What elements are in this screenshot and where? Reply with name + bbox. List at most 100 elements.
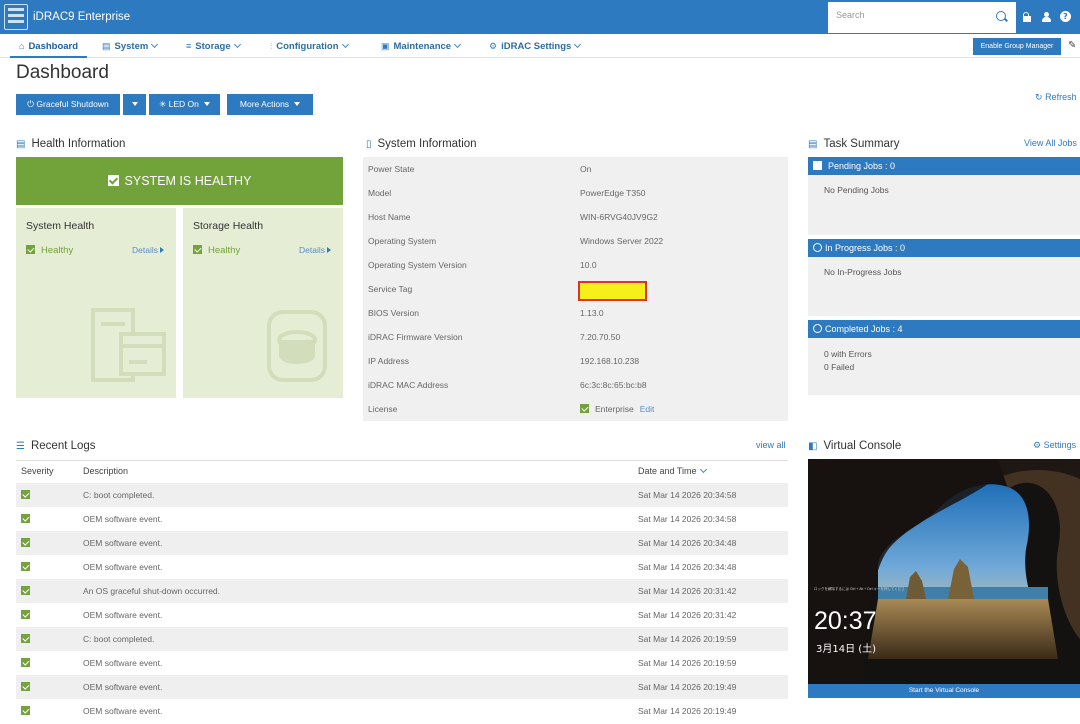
user-icon[interactable] bbox=[1041, 12, 1051, 22]
lock-icon[interactable] bbox=[1022, 12, 1032, 22]
severity-ok-icon bbox=[21, 706, 30, 715]
pin-icon[interactable]: ✎ bbox=[1068, 40, 1076, 51]
log-row[interactable]: C: boot completed. Sat Mar 14 2026 20:34… bbox=[16, 483, 788, 507]
nav-configuration[interactable]: ⫶ Configuration bbox=[270, 34, 349, 58]
configuration-icon: ⫶ bbox=[270, 41, 273, 51]
severity-ok-icon bbox=[21, 682, 30, 691]
nav-dashboard[interactable]: ⌂ Dashboard bbox=[10, 34, 88, 58]
severity-ok-icon bbox=[21, 538, 30, 547]
system-health-card: System Health Healthy Details bbox=[16, 208, 176, 398]
system-health-details-link[interactable]: Details bbox=[132, 245, 164, 255]
top-bar: iDRAC9 Enterprise ? bbox=[0, 0, 1080, 34]
nav-idrac-settings[interactable]: ⚙ iDRAC Settings bbox=[489, 34, 582, 58]
page-title: Dashboard bbox=[16, 62, 109, 83]
in-progress-jobs-header[interactable]: In Progress Jobs : 0 bbox=[808, 239, 1080, 257]
log-date: Sat Mar 14 2026 20:34:58 bbox=[638, 514, 737, 524]
description-column-header[interactable]: Description bbox=[83, 466, 128, 476]
check-icon bbox=[107, 175, 119, 186]
info-row-service-tag: Service Tag bbox=[363, 277, 788, 301]
info-value: WIN-6RVG40JV9G2 bbox=[580, 212, 658, 222]
check-circle-icon bbox=[813, 324, 822, 333]
info-row-os-version: Operating System Version 10.0 bbox=[363, 253, 788, 277]
info-label: License bbox=[368, 404, 398, 414]
log-row[interactable]: OEM software event. Sat Mar 14 2026 20:1… bbox=[16, 675, 788, 699]
maintenance-icon: ▣ bbox=[381, 41, 390, 51]
severity-ok-icon bbox=[21, 514, 30, 523]
view-all-logs-link[interactable]: view all bbox=[756, 440, 786, 450]
power-options-dropdown[interactable] bbox=[123, 94, 146, 115]
date-column-header[interactable]: Date and Time bbox=[638, 465, 707, 476]
log-date: Sat Mar 14 2026 20:19:49 bbox=[638, 706, 737, 716]
main-nav: ⌂ Dashboard ▤ System ≡ Storage ⫶ Configurati… bbox=[0, 34, 1080, 58]
system-healthy-banner: SYSTEM IS HEALTHY bbox=[16, 157, 343, 205]
search-box[interactable] bbox=[828, 2, 1016, 33]
health-information-heading: ▤ Health Information bbox=[16, 138, 125, 150]
more-actions-button[interactable]: More Actions bbox=[227, 94, 313, 115]
log-description: C: boot completed. bbox=[83, 490, 155, 500]
system-information-panel: Power State On Model PowerEdge T350 Host… bbox=[363, 157, 788, 421]
chevron-down-icon bbox=[341, 40, 349, 49]
health-icon: ▤ bbox=[16, 139, 26, 150]
recent-logs-title: Recent Logs bbox=[30, 440, 96, 452]
virtual-console-settings-link[interactable]: ⚙ Settings bbox=[1033, 440, 1076, 451]
in-progress-jobs-body: No In-Progress Jobs bbox=[808, 257, 1080, 316]
pending-jobs-header[interactable]: Pending Jobs : 0 bbox=[808, 157, 1080, 175]
led-on-button[interactable]: ✳ LED On bbox=[149, 94, 220, 115]
refresh-link[interactable]: ↻ Refresh bbox=[1035, 92, 1077, 103]
search-icon[interactable] bbox=[996, 11, 1006, 21]
storage-health-card: Storage Health Healthy Details bbox=[183, 208, 343, 398]
log-row[interactable]: C: boot completed. Sat Mar 14 2026 20:19… bbox=[16, 627, 788, 651]
in-progress-jobs-text: No In-Progress Jobs bbox=[824, 267, 902, 277]
info-row-power-state: Power State On bbox=[363, 157, 788, 181]
log-date: Sat Mar 14 2026 20:19:49 bbox=[638, 682, 737, 692]
log-row[interactable]: An OS graceful shut-down occurred. Sat M… bbox=[16, 579, 788, 603]
logs-table-header: Severity Description Date and Time bbox=[16, 460, 788, 482]
chevron-down-icon bbox=[233, 40, 241, 49]
redacted-value bbox=[578, 281, 647, 301]
virtual-console-preview[interactable]: ロックを解除するには Ctrl + Alt + Del キーを押してください 2… bbox=[808, 459, 1080, 684]
storage-health-title: Storage Health bbox=[193, 220, 264, 232]
nav-label: Maintenance bbox=[393, 41, 452, 52]
log-row[interactable]: OEM software event. Sat Mar 14 2026 20:3… bbox=[16, 555, 788, 579]
check-icon bbox=[193, 245, 202, 254]
chevron-down-icon bbox=[151, 40, 159, 49]
completed-jobs-header[interactable]: Completed Jobs : 4 bbox=[808, 320, 1080, 338]
log-row[interactable]: OEM software event. Sat Mar 14 2026 20:3… bbox=[16, 531, 788, 555]
info-row-license: License Enterprise Edit bbox=[363, 397, 788, 421]
nav-system[interactable]: ▤ System bbox=[102, 34, 159, 58]
search-input[interactable] bbox=[836, 10, 986, 20]
log-description: OEM software event. bbox=[83, 658, 163, 668]
help-icon[interactable]: ? bbox=[1060, 11, 1071, 22]
license-edit-link[interactable]: Edit bbox=[640, 404, 655, 414]
app-title: iDRAC9 Enterprise bbox=[33, 11, 131, 23]
system-information-heading: ▯ System Information bbox=[366, 138, 477, 150]
severity-column-header[interactable]: Severity bbox=[21, 466, 54, 476]
pending-jobs-title: Pending Jobs : 0 bbox=[828, 161, 896, 171]
log-row[interactable]: OEM software event. Sat Mar 14 2026 20:1… bbox=[16, 699, 788, 723]
view-all-jobs-link[interactable]: View All Jobs bbox=[1024, 138, 1077, 148]
nav-maintenance[interactable]: ▣ Maintenance bbox=[381, 34, 462, 58]
led-icon: ✳ bbox=[159, 100, 167, 110]
log-row[interactable]: OEM software event. Sat Mar 14 2026 20:3… bbox=[16, 603, 788, 627]
info-value: 6c:3c:8c:65:bc:b8 bbox=[580, 380, 647, 390]
graceful-shutdown-button[interactable]: ⏻ Graceful Shutdown bbox=[16, 94, 120, 115]
sort-chevron-icon bbox=[699, 465, 707, 474]
info-value: Windows Server 2022 bbox=[580, 236, 664, 246]
log-date: Sat Mar 14 2026 20:19:59 bbox=[638, 658, 737, 668]
storage-icon: ≡ bbox=[186, 41, 192, 51]
info-row-model: Model PowerEdge T350 bbox=[363, 181, 788, 205]
system-health-status: Healthy bbox=[26, 245, 73, 256]
storage-health-details-link[interactable]: Details bbox=[299, 245, 331, 255]
log-description: OEM software event. bbox=[83, 562, 163, 572]
log-row[interactable]: OEM software event. Sat Mar 14 2026 20:3… bbox=[16, 507, 788, 531]
info-label: Operating System bbox=[368, 236, 437, 246]
task-summary-title: Task Summary bbox=[823, 138, 900, 150]
enable-group-manager-button[interactable]: Enable Group Manager bbox=[973, 38, 1061, 55]
nav-storage[interactable]: ≡ Storage bbox=[186, 34, 241, 58]
log-description: An OS graceful shut-down occurred. bbox=[83, 586, 221, 596]
info-label: iDRAC Firmware Version bbox=[368, 332, 463, 342]
check-icon bbox=[580, 404, 589, 413]
start-virtual-console-link[interactable]: Start the Virtual Console bbox=[808, 684, 1080, 698]
task-icon: ▤ bbox=[808, 139, 818, 150]
log-row[interactable]: OEM software event. Sat Mar 14 2026 20:1… bbox=[16, 651, 788, 675]
